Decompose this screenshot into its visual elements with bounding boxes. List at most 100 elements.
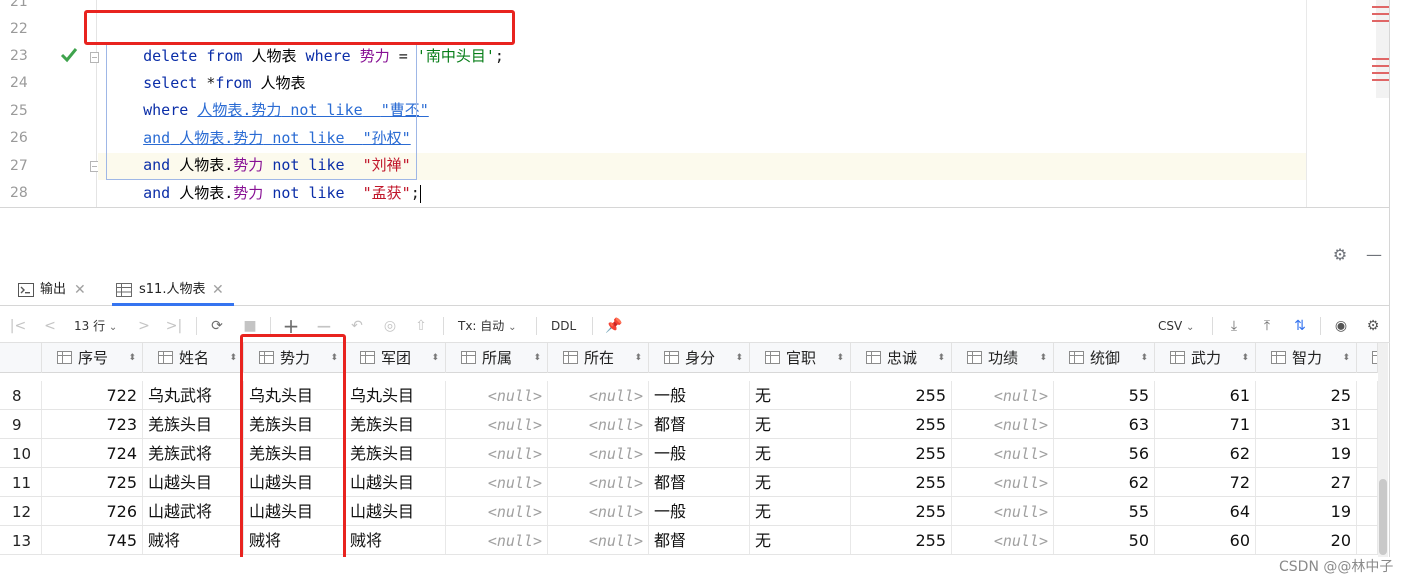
table-cell[interactable]: 一般: [649, 439, 750, 467]
table-cell[interactable]: 羌族武将: [143, 439, 244, 467]
sort-icon[interactable]: ⬍: [937, 343, 945, 373]
error-stripe-mark[interactable]: [1372, 79, 1389, 81]
table-cell[interactable]: 722: [42, 381, 143, 409]
table-cell[interactable]: <null>: [548, 468, 649, 496]
table-cell[interactable]: 山越头目: [345, 497, 446, 525]
row-count-selector[interactable]: 13 行 ⌄: [74, 315, 124, 337]
error-stripe-mark[interactable]: [1372, 58, 1389, 60]
table-cell[interactable]: <null>: [952, 381, 1054, 409]
table-cell[interactable]: 无: [750, 526, 851, 554]
table-cell[interactable]: 都督: [649, 526, 750, 554]
settings-icon[interactable]: ⚙: [1362, 315, 1384, 337]
table-cell[interactable]: 64: [1155, 497, 1256, 525]
column-header[interactable]: 智力 ⬍: [1256, 343, 1357, 373]
prev-page-icon[interactable]: <: [40, 315, 60, 337]
table-cell[interactable]: 羌族头目: [143, 410, 244, 438]
table-cell[interactable]: 60: [1155, 526, 1256, 554]
scrollbar-thumb[interactable]: [1379, 479, 1387, 555]
table-cell[interactable]: 56: [1054, 439, 1155, 467]
table-cell[interactable]: 无: [750, 410, 851, 438]
error-stripe-mark[interactable]: [1372, 13, 1389, 15]
column-header[interactable]: 官职 ⬍: [750, 343, 851, 373]
tx-mode-selector[interactable]: Tx: 自动 ⌄: [458, 315, 526, 337]
table-cell[interactable]: 山越头目: [143, 468, 244, 496]
table-cell[interactable]: <null>: [952, 497, 1054, 525]
view-icon[interactable]: ◉: [1330, 315, 1352, 337]
table-cell[interactable]: 255: [851, 526, 952, 554]
table-cell[interactable]: <null>: [446, 439, 548, 467]
table-cell[interactable]: 贼将: [345, 526, 446, 554]
table-row[interactable]: 12 726 山越武将 山越头目 山越头目 <null> <null> 一般无 255 <null…: [0, 497, 1378, 526]
row-number[interactable]: 9: [0, 410, 42, 438]
sort-icon[interactable]: ⬍: [1241, 343, 1249, 373]
table-row[interactable]: 11 725 山越头目 山越头目 山越头目 <null> <null> 都督无 255 <null…: [0, 468, 1378, 497]
first-page-icon[interactable]: |<: [8, 315, 28, 337]
table-row[interactable]: 13 745 贼将 贼将 贼将 <null> <null> 都督无 255 <null> 50 60 2…: [0, 526, 1378, 555]
sort-icon[interactable]: ⬍: [1342, 343, 1350, 373]
error-stripe-mark[interactable]: [1372, 72, 1389, 74]
sql-editor[interactable]: 21 22 23 24 25 26 27 28 delete from 人物表 …: [0, 0, 1415, 208]
table-cell[interactable]: 20: [1256, 526, 1357, 554]
table-cell[interactable]: 山越头目: [345, 468, 446, 496]
result-grid[interactable]: 序号 ⬍ 姓名 ⬍ 势力 ⬍ 军团 ⬍ 所属 ⬍ 所在 ⬍ 身分 ⬍ 官职 ⬍ 忠诚 ⬍ 功绩 ⬍ …: [0, 343, 1378, 557]
table-cell[interactable]: 无: [750, 497, 851, 525]
table-cell[interactable]: 255: [851, 497, 952, 525]
column-header[interactable]: 姓名 ⬍: [143, 343, 244, 373]
table-cell[interactable]: 都督: [649, 468, 750, 496]
table-cell[interactable]: 31: [1256, 410, 1357, 438]
table-cell[interactable]: 255: [851, 468, 952, 496]
table-cell[interactable]: 一般: [649, 497, 750, 525]
table-row[interactable]: 9 723 羌族头目 羌族头目 羌族头目 <null> <null> 都督无 255 <null>…: [0, 410, 1378, 439]
row-number[interactable]: 13: [0, 526, 42, 554]
gear-icon[interactable]: ⚙: [1330, 245, 1350, 265]
download-icon[interactable]: ⤓: [1223, 315, 1245, 337]
next-page-icon[interactable]: >: [134, 315, 154, 337]
table-cell[interactable]: 255: [851, 439, 952, 467]
table-cell[interactable]: 55: [1054, 381, 1155, 409]
table-cell[interactable]: <null>: [548, 410, 649, 438]
error-stripe-mark[interactable]: [1372, 20, 1389, 22]
table-cell[interactable]: 55: [1054, 497, 1155, 525]
sort-icon[interactable]: ⬍: [836, 343, 844, 373]
table-cell[interactable]: 745: [42, 526, 143, 554]
table-cell[interactable]: 723: [42, 410, 143, 438]
sort-icon[interactable]: ⬍: [735, 343, 743, 373]
sort-icon[interactable]: ⬍: [1039, 343, 1047, 373]
table-cell[interactable]: <null>: [446, 410, 548, 438]
code-line-27[interactable]: and 人物表.势力 not like "孟获";: [107, 153, 421, 208]
table-cell[interactable]: 62: [1054, 468, 1155, 496]
compare-icon[interactable]: ⇅: [1289, 315, 1311, 337]
close-icon[interactable]: ✕: [212, 276, 224, 304]
refresh-icon[interactable]: ⟳: [206, 315, 228, 337]
table-cell[interactable]: 726: [42, 497, 143, 525]
export-format-selector[interactable]: CSV ⌄: [1158, 315, 1204, 337]
table-cell[interactable]: <null>: [548, 497, 649, 525]
column-header[interactable]: 武力 ⬍: [1155, 343, 1256, 373]
table-cell[interactable]: <null>: [548, 526, 649, 554]
ddl-button[interactable]: DDL: [551, 315, 581, 337]
table-cell[interactable]: 72: [1155, 468, 1256, 496]
table-cell[interactable]: <null>: [952, 526, 1054, 554]
column-header[interactable]: 忠诚 ⬍: [851, 343, 952, 373]
table-cell[interactable]: 无: [750, 468, 851, 496]
table-cell[interactable]: 25: [1256, 381, 1357, 409]
pin-icon[interactable]: 📌: [603, 315, 625, 337]
row-number[interactable]: 10: [0, 439, 42, 467]
table-cell[interactable]: 50: [1054, 526, 1155, 554]
table-cell[interactable]: 61: [1155, 381, 1256, 409]
table-row[interactable]: 10 724 羌族武将 羌族头目 羌族头目 <null> <null> 一般无 255 <null…: [0, 439, 1378, 468]
revert-icon[interactable]: ↶: [346, 315, 368, 337]
table-cell[interactable]: <null>: [952, 410, 1054, 438]
last-page-icon[interactable]: >|: [164, 315, 184, 337]
fold-open-icon[interactable]: [90, 52, 99, 63]
table-cell[interactable]: <null>: [446, 381, 548, 409]
table-cell[interactable]: 无: [750, 381, 851, 409]
column-header[interactable]: 统御 ⬍: [1054, 343, 1155, 373]
table-cell[interactable]: 无: [750, 439, 851, 467]
minimize-icon[interactable]: —: [1364, 245, 1384, 265]
tab-output[interactable]: 输出 ✕: [18, 276, 98, 306]
column-header[interactable]: 功绩 ⬍: [952, 343, 1054, 373]
table-cell[interactable]: 724: [42, 439, 143, 467]
table-cell[interactable]: 71: [1155, 410, 1256, 438]
table-cell[interactable]: 羌族头目: [345, 410, 446, 438]
